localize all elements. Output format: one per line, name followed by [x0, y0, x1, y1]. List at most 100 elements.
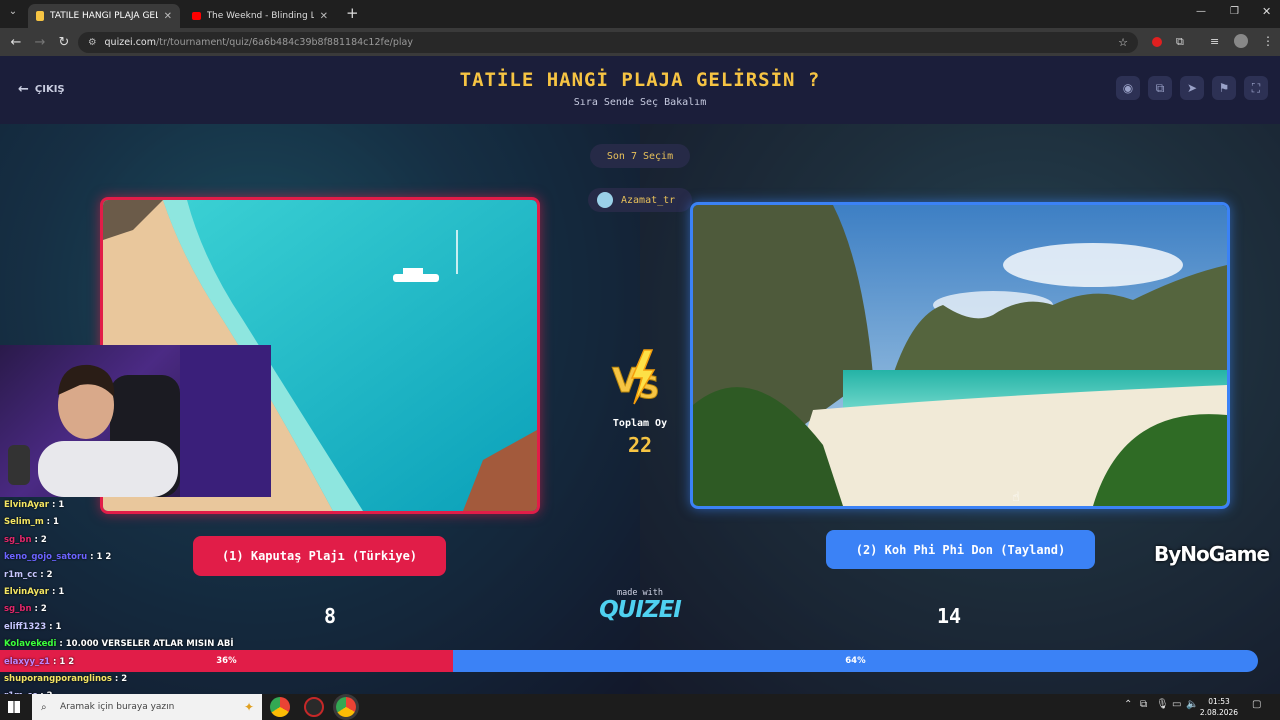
taskbar-search-input[interactable]: ⌕ Aramak için buraya yazın ✦: [32, 694, 262, 720]
option-2-image[interactable]: [690, 202, 1230, 509]
hand-cursor-icon: ☝: [1012, 490, 1020, 505]
windows-start-icon[interactable]: [8, 701, 20, 713]
tab-title: The Weeknd - Blinding Lights (: [206, 11, 314, 21]
reload-icon[interactable]: ↻: [52, 30, 76, 54]
quizei-logo[interactable]: QUIZEI: [590, 597, 690, 623]
chat-user: Kolavekedi: [4, 639, 57, 650]
close-tab-icon[interactable]: ✕: [320, 11, 328, 22]
beach-image: [693, 205, 1227, 506]
notifications-icon[interactable]: ▢: [1252, 699, 1261, 710]
streamer-image: [8, 345, 271, 497]
tab-search-icon[interactable]: ⌄: [4, 6, 22, 22]
bookmark-star-icon[interactable]: ☆: [1118, 36, 1128, 49]
favicon-icon: [36, 11, 45, 21]
username: Azamat_tr: [621, 194, 676, 206]
total-votes-value: 22: [627, 433, 653, 457]
total-votes-label: Toplam Oy: [612, 418, 668, 429]
flag-icon[interactable]: ⚑: [1212, 76, 1236, 100]
quiz-title: TATİLE HANGİ PLAJA GELİRSİN ?: [459, 69, 821, 91]
chat-line: ElvinAyar : 1: [4, 586, 65, 597]
chat-user: eliff1323: [4, 621, 47, 632]
chat-message: 1: [55, 621, 62, 632]
chat-line: Selim_m : 1: [4, 517, 59, 528]
search-icon: ⌕: [41, 701, 47, 713]
chat-message: 1: [58, 500, 65, 510]
chat-user: sg_bn: [4, 534, 32, 545]
address-bar[interactable]: ⚙ quizei.com/tr/tournament/quiz/6a6b484c…: [78, 32, 1138, 53]
webcam-overlay: [0, 345, 271, 497]
chrome-icon[interactable]: [270, 697, 290, 717]
chat-line: r1m_cc : 2: [4, 569, 53, 580]
chat-line: keno_gojo_satoru : 1 2: [4, 552, 112, 563]
chrome-active-icon[interactable]: [336, 697, 356, 717]
chat-line: Kolavekedi : 10.000 VERSELER ATLAR MISIN…: [4, 639, 234, 650]
windows-taskbar: ⌕ Aramak için buraya yazın ✦ ⌃ ⧉ 🎙 ▭ 🔈 0…: [0, 694, 1280, 720]
menu-kebab-icon[interactable]: ⋮: [1262, 34, 1274, 48]
chat-message: 2: [121, 673, 128, 684]
user-badge: Azamat_tr: [588, 188, 692, 212]
extensions-puzzle-icon[interactable]: ⧉: [1176, 35, 1184, 49]
user-avatar: [597, 192, 613, 208]
vs-icon: V S: [612, 349, 660, 407]
chat-line: eliff1323 : 1: [4, 621, 62, 632]
chat-message: 1: [58, 586, 65, 597]
chat-user: elaxyy_z1: [4, 656, 51, 667]
option-1-votes: 8: [323, 604, 337, 628]
chat-message: 1: [53, 517, 59, 528]
send-icon[interactable]: ➤: [1180, 76, 1204, 100]
url-path: /tr/tournament/quiz/6a6b484c39b8f881184c…: [156, 37, 413, 48]
profile-avatar[interactable]: [1234, 34, 1248, 48]
browser-tab-strip: ⌄ TATİLE HANGİ PLAJA GELİRSİN ✕ The Week…: [0, 0, 1280, 28]
chat-user: keno_gojo_satoru: [4, 552, 88, 563]
tab-quizei[interactable]: TATİLE HANGİ PLAJA GELİRSİN ✕: [28, 4, 180, 28]
tray-chevron-icon[interactable]: ⌃: [1124, 699, 1132, 710]
tab-title: TATİLE HANGİ PLAJA GELİRSİN: [50, 11, 158, 21]
tray-app-icon[interactable]: ⧉: [1140, 699, 1147, 710]
search-highlight-icon: ✦: [243, 700, 254, 714]
reading-list-icon[interactable]: ≡: [1210, 35, 1219, 48]
chat-line: shuporangporanglinos : 2: [4, 673, 128, 684]
chat-user: ElvinAyar: [4, 586, 49, 597]
chat-line: ElvinAyar : 1: [4, 500, 65, 510]
chat-user: ElvinAyar: [4, 500, 49, 510]
minimize-icon[interactable]: —: [1196, 6, 1206, 17]
option-2-button[interactable]: (2) Koh Phi Phi Don (Tayland): [826, 530, 1095, 569]
taskbar-clock[interactable]: 01:53 2.08.2026: [1196, 696, 1242, 718]
forward-arrow-icon[interactable]: →: [28, 30, 52, 54]
chat-user: r1m_cc: [4, 569, 38, 580]
back-arrow-icon[interactable]: ←: [4, 30, 28, 54]
close-tab-icon[interactable]: ✕: [164, 11, 172, 22]
bynogame-watermark: ByNoGame: [1154, 542, 1270, 566]
option-2-percentage-bar: 64%: [452, 650, 1258, 672]
chat-message: 1 2: [59, 656, 75, 667]
quiz-header: ← ÇIKIŞ TATİLE HANGİ PLAJA GELİRSİN ? Sı…: [0, 56, 1280, 124]
eye-icon[interactable]: ◉: [1116, 76, 1140, 100]
tab-youtube[interactable]: The Weeknd - Blinding Lights ( ✕: [184, 4, 336, 28]
chat-message: 2: [40, 604, 47, 615]
quiz-subtitle: Sıra Sende Seç Bakalım: [573, 97, 707, 108]
chat-user: shuporangporanglinos: [4, 673, 112, 684]
site-info-icon[interactable]: ⚙: [88, 37, 97, 48]
url-host: quizei.com: [104, 37, 157, 48]
youtube-icon: [192, 12, 201, 20]
chat-line: sg_bn : 2: [4, 604, 47, 615]
restore-icon[interactable]: ❐: [1230, 6, 1239, 17]
new-tab-button[interactable]: +: [346, 4, 359, 22]
last-choices-badge[interactable]: Son 7 Seçim: [590, 144, 690, 168]
close-window-icon[interactable]: ✕: [1262, 5, 1271, 18]
chat-line: elaxyy_z1 : 1 2: [4, 656, 75, 667]
search-placeholder: Aramak için buraya yazın: [60, 702, 175, 712]
copy-icon[interactable]: ⧉: [1148, 76, 1172, 100]
network-icon[interactable]: ▭: [1172, 699, 1181, 710]
browser-toolbar: ← → ↻ ⚙ quizei.com/tr/tournament/quiz/6a…: [0, 28, 1280, 56]
option-2-votes: 14: [936, 604, 962, 628]
app-icon[interactable]: [304, 697, 324, 717]
clock-time: 01:53: [1208, 697, 1230, 706]
chat-user: sg_bn: [4, 604, 32, 615]
extension-red-icon[interactable]: [1152, 37, 1162, 47]
chat-message: 10.000 VERSELER ATLAR MISIN ABİ: [65, 639, 234, 650]
fullscreen-icon[interactable]: ⛶: [1244, 76, 1268, 100]
chat-message: 1 2: [96, 552, 112, 563]
microphone-icon[interactable]: 🎙: [1156, 699, 1169, 710]
svg-text:V: V: [612, 361, 639, 401]
